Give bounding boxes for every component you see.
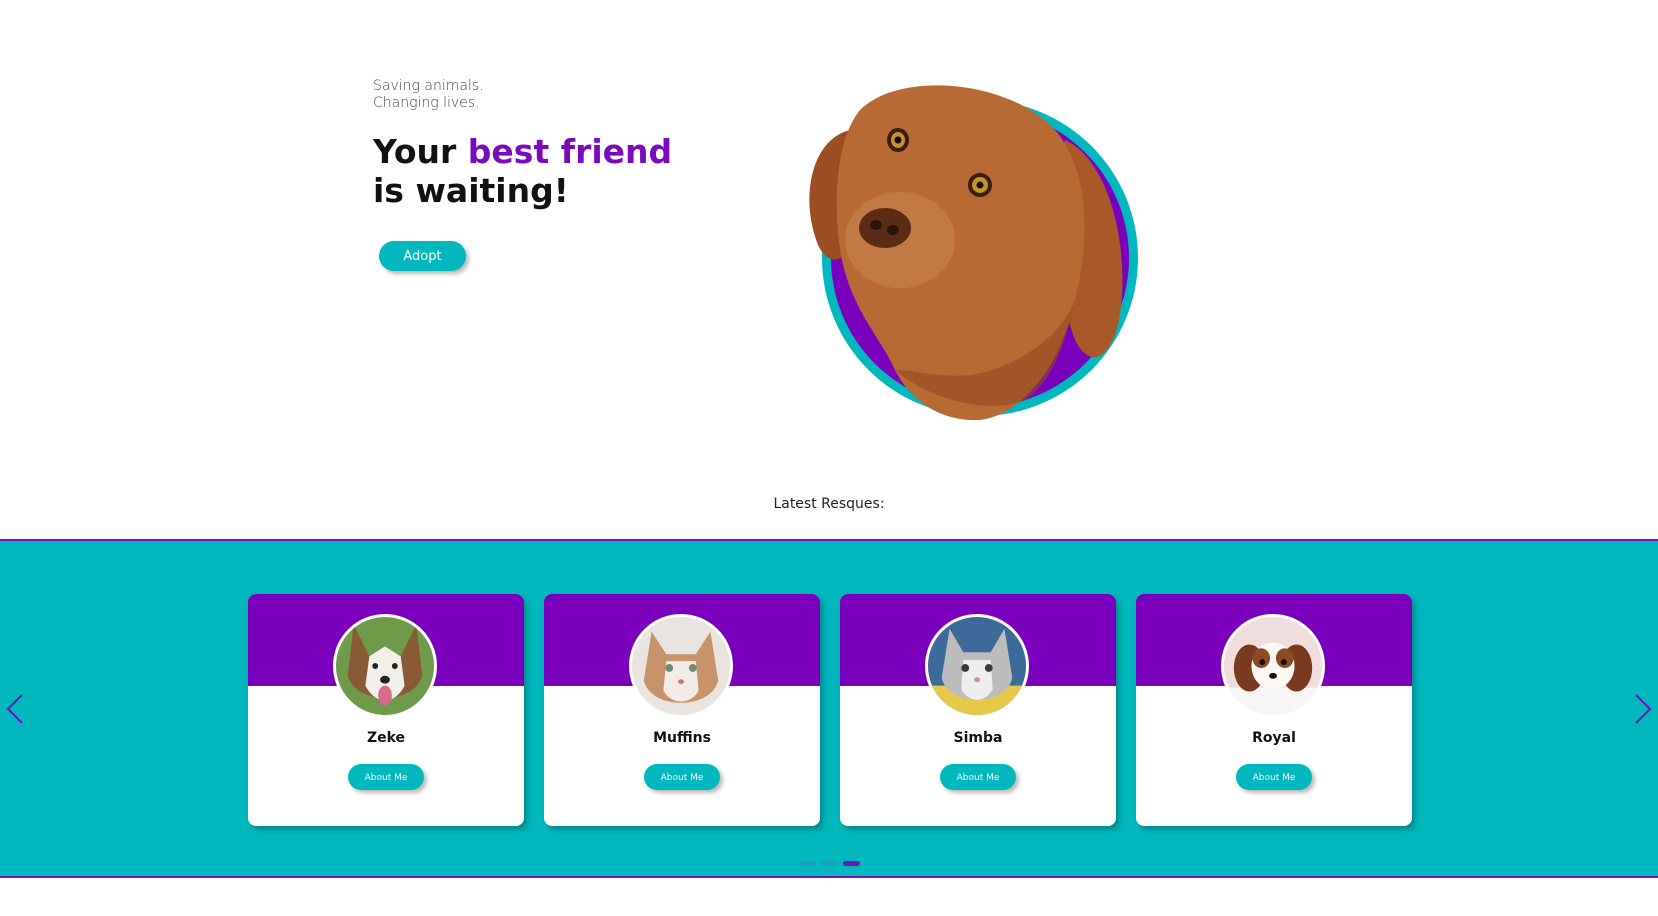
about-me-button[interactable]: About Me: [940, 764, 1016, 790]
pet-name: Simba: [953, 730, 1003, 746]
pet-card-zeke: Zeke About Me: [248, 594, 524, 826]
about-me-button[interactable]: About Me: [1236, 764, 1312, 790]
pet-name: Muffins: [653, 730, 711, 746]
hero-dog-image: [809, 85, 1138, 421]
pet-card-simba: Simba About Me: [840, 594, 1116, 826]
pet-card-royal: Royal About Me: [1136, 594, 1412, 826]
carousel-prev-icon[interactable]: [2, 691, 30, 727]
carousel-pagination: [799, 861, 860, 866]
gray-kitten-photo: [925, 614, 1029, 718]
about-me-button[interactable]: About Me: [644, 764, 720, 790]
tagline: Saving animals. Changing lives.: [373, 78, 484, 112]
husky-photo: [333, 614, 437, 718]
tagline-line-1: Saving animals.: [373, 78, 484, 94]
adopt-button[interactable]: Adopt: [379, 241, 466, 271]
hero-title-accent: best friend: [467, 132, 673, 171]
carousel-dot-1[interactable]: [799, 861, 816, 866]
pet-name: Royal: [1252, 730, 1296, 746]
pet-card-muffins: Muffins About Me: [544, 594, 820, 826]
carousel-next-icon[interactable]: [1628, 691, 1656, 727]
hero-title: Your best friend is waiting!: [373, 132, 672, 210]
puppy-photo: [1221, 614, 1325, 718]
hero-title-part2: is waiting!: [373, 171, 569, 210]
hero-title-part1: Your: [373, 132, 468, 171]
carousel-dot-2[interactable]: [821, 861, 838, 866]
tagline-line-2: Changing lives.: [373, 95, 480, 111]
page: Saving animals. Changing lives. Your bes…: [0, 0, 1658, 916]
about-me-button[interactable]: About Me: [348, 764, 424, 790]
rescues-carousel: Zeke About Me Muffins About Me Simba Abo…: [0, 539, 1658, 878]
latest-rescues-heading: Latest Resques:: [773, 496, 885, 512]
kitten-photo: [629, 614, 733, 718]
carousel-dot-3[interactable]: [843, 861, 860, 866]
pet-name: Zeke: [366, 730, 406, 746]
